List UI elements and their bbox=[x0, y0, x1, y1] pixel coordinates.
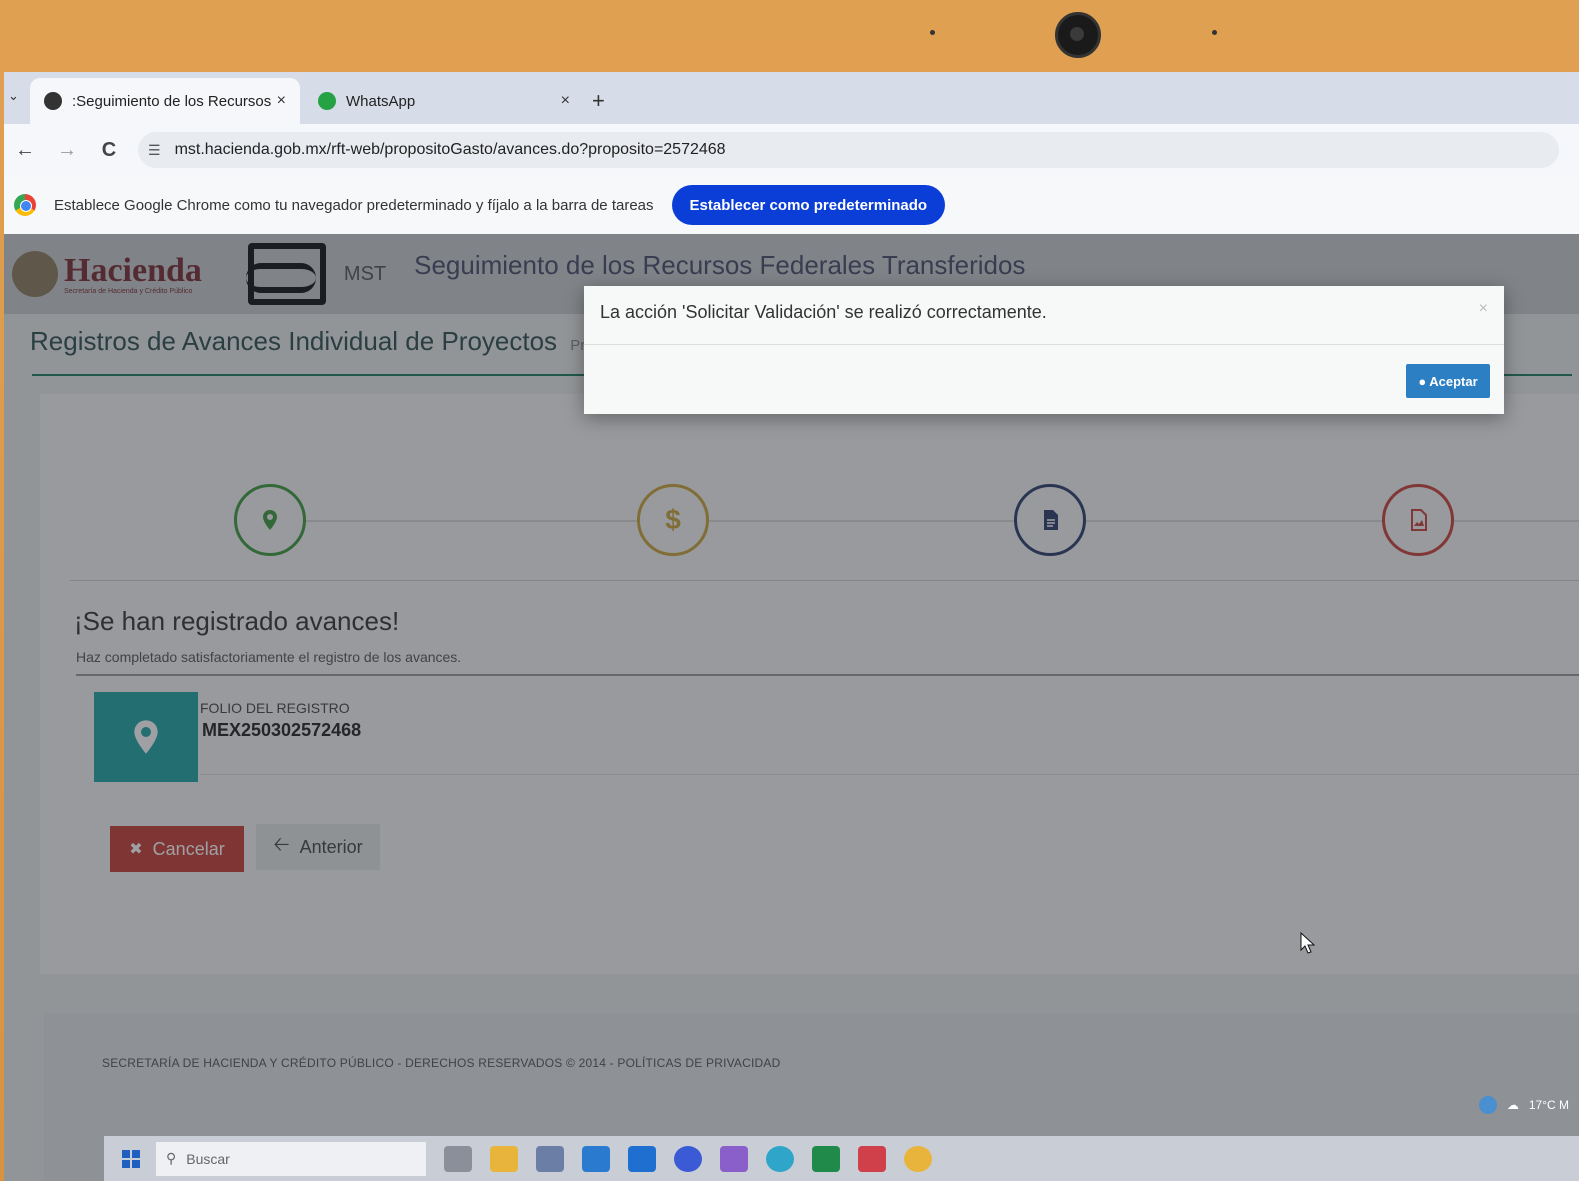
tab-search-chevron-icon[interactable]: ⌄ bbox=[8, 88, 19, 104]
edge-icon[interactable] bbox=[766, 1145, 794, 1172]
screen: ⌄ :Seguimiento de los Recursos F × Whats… bbox=[4, 72, 1579, 1181]
taskbar-search[interactable]: ⚲ Buscar bbox=[156, 1141, 426, 1176]
check-circle-icon: ● bbox=[1418, 373, 1427, 389]
excel-icon[interactable] bbox=[812, 1145, 840, 1172]
success-modal: La acción 'Solicitar Validación' se real… bbox=[584, 286, 1504, 414]
forward-button[interactable]: → bbox=[46, 139, 88, 162]
tab-seguimiento[interactable]: :Seguimiento de los Recursos F × bbox=[30, 78, 300, 124]
tab-close-icon[interactable]: × bbox=[561, 92, 570, 110]
set-default-button[interactable]: Establecer como predeterminado bbox=[671, 185, 946, 225]
url-text: mst.hacienda.gob.mx/rft-web/propositoGas… bbox=[174, 141, 726, 158]
sensor-dot bbox=[1212, 30, 1217, 35]
whatsapp-favicon-icon bbox=[318, 92, 336, 110]
tab-title: :Seguimiento de los Recursos F bbox=[72, 92, 271, 110]
help-icon[interactable] bbox=[1478, 1096, 1497, 1114]
infobar-message: Establece Google Chrome como tu navegado… bbox=[54, 196, 654, 214]
app-icon[interactable] bbox=[720, 1145, 748, 1172]
reload-button[interactable]: C bbox=[88, 139, 130, 162]
chrome-taskbar-icon[interactable] bbox=[904, 1145, 932, 1172]
modal-close-icon[interactable]: × bbox=[1479, 300, 1488, 318]
mouse-cursor-icon bbox=[1300, 932, 1316, 954]
tab-close-icon[interactable]: × bbox=[277, 92, 286, 110]
modal-divider bbox=[584, 344, 1504, 345]
task-view-icon[interactable] bbox=[444, 1145, 472, 1172]
browser-toolbar: ← → C ☰ mst.hacienda.gob.mx/rft-web/prop… bbox=[4, 124, 1579, 176]
mail-icon[interactable] bbox=[582, 1145, 610, 1172]
webcam bbox=[1055, 12, 1101, 58]
site-info-icon[interactable]: ☰ bbox=[148, 142, 161, 159]
weather-text[interactable]: 17°C M bbox=[1529, 1098, 1569, 1112]
chrome-logo-icon bbox=[14, 194, 36, 216]
default-browser-infobar: Establece Google Chrome como tu navegado… bbox=[4, 176, 1579, 235]
back-button[interactable]: ← bbox=[4, 139, 46, 162]
search-icon: ⚲ bbox=[166, 1150, 177, 1166]
hp-icon[interactable] bbox=[674, 1145, 702, 1172]
tab-whatsapp[interactable]: WhatsApp × bbox=[304, 78, 584, 124]
app-icon-red[interactable] bbox=[858, 1145, 886, 1172]
new-tab-button[interactable]: + bbox=[592, 88, 605, 114]
sensor-dot bbox=[930, 30, 935, 35]
accept-button[interactable]: ● Aceptar bbox=[1406, 364, 1490, 398]
dropbox-icon[interactable] bbox=[628, 1145, 656, 1172]
accept-label: Aceptar bbox=[1429, 373, 1478, 389]
search-placeholder: Buscar bbox=[186, 1150, 230, 1167]
modal-message: La acción 'Solicitar Validación' se real… bbox=[600, 302, 1047, 322]
windows-taskbar: ☁ 17°C M ⚲ Buscar bbox=[104, 1096, 1579, 1181]
address-bar[interactable]: ☰ mst.hacienda.gob.mx/rft-web/propositoG… bbox=[138, 132, 1559, 168]
file-explorer-icon[interactable] bbox=[490, 1145, 518, 1172]
system-tray: ☁ 17°C M bbox=[1478, 1096, 1569, 1114]
store-icon[interactable] bbox=[536, 1145, 564, 1172]
weather-icon[interactable]: ☁ bbox=[1507, 1098, 1519, 1112]
site-favicon-icon bbox=[44, 92, 62, 110]
tab-title: WhatsApp bbox=[346, 92, 416, 110]
tab-strip: ⌄ :Seguimiento de los Recursos F × Whats… bbox=[4, 72, 1579, 124]
windows-start-icon[interactable] bbox=[122, 1149, 140, 1168]
